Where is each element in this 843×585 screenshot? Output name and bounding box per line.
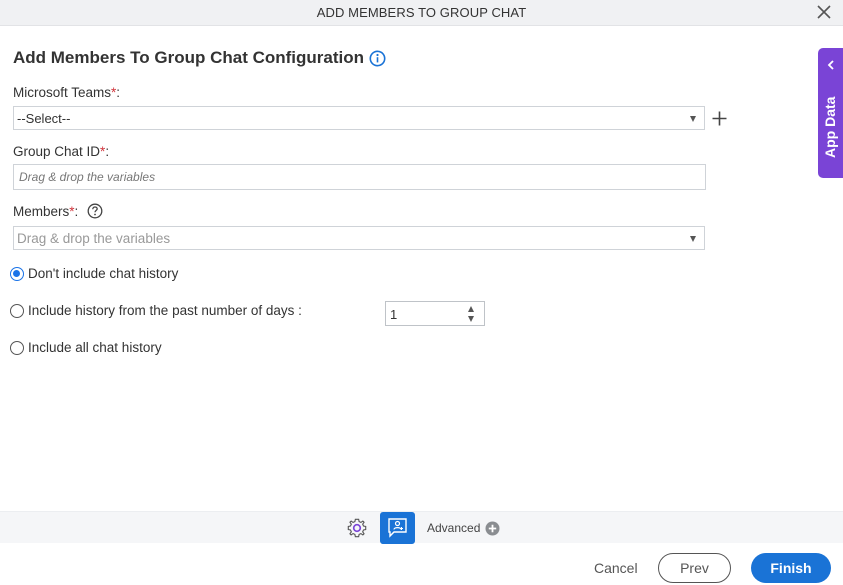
finish-button[interactable]: Finish bbox=[751, 553, 831, 583]
prev-button[interactable]: Prev bbox=[658, 553, 731, 583]
chat-add-member-icon bbox=[388, 518, 407, 538]
group-chat-id-input[interactable]: Drag & drop the variables bbox=[13, 164, 706, 190]
radio-button[interactable] bbox=[10, 340, 24, 355]
dialog-title: ADD MEMBERS TO GROUP CHAT bbox=[316, 5, 527, 20]
app-data-label: App Data bbox=[822, 96, 838, 158]
app-data-panel-tab[interactable]: App Data bbox=[818, 48, 843, 178]
group-chat-id-placeholder: Drag & drop the variables bbox=[19, 170, 156, 184]
add-connection-plus-icon[interactable] bbox=[711, 110, 728, 127]
members-label-text: Members bbox=[13, 204, 70, 219]
radio-label: Include all chat history bbox=[28, 340, 162, 355]
radio-button-checked[interactable] bbox=[10, 266, 24, 281]
group-chat-id-label: Group Chat ID*: bbox=[13, 144, 109, 159]
radio-dont-include-history[interactable]: Don't include chat history bbox=[10, 266, 178, 281]
chevron-left-icon bbox=[827, 60, 834, 70]
increment-arrow-icon[interactable] bbox=[468, 306, 474, 312]
radio-label: Include history from the past number of … bbox=[28, 303, 302, 318]
radio-include-past-days[interactable]: Include history from the past number of … bbox=[10, 303, 302, 318]
chevron-down-icon bbox=[690, 116, 696, 122]
label-colon: : bbox=[74, 204, 79, 219]
group-chat-id-label-text: Group Chat ID bbox=[13, 144, 101, 159]
cancel-button[interactable]: Cancel bbox=[594, 560, 638, 576]
members-placeholder: Drag & drop the variables bbox=[17, 231, 171, 246]
gear-icon[interactable] bbox=[346, 517, 368, 539]
label-colon: : bbox=[116, 85, 121, 100]
microsoft-teams-label: Microsoft Teams*: bbox=[13, 85, 120, 100]
chevron-down-icon bbox=[690, 236, 696, 242]
members-label: Members*: bbox=[13, 204, 78, 219]
radio-include-all-history[interactable]: Include all chat history bbox=[10, 340, 162, 355]
members-select[interactable]: Drag & drop the variables bbox=[13, 226, 705, 250]
microsoft-teams-selected-value: --Select-- bbox=[17, 111, 71, 126]
bottom-toolbar: Advanced bbox=[0, 511, 843, 544]
radio-label: Don't include chat history bbox=[28, 266, 179, 281]
dialog-titlebar: ADD MEMBERS TO GROUP CHAT bbox=[0, 0, 843, 26]
close-icon[interactable] bbox=[815, 3, 833, 21]
plus-circle-icon[interactable] bbox=[485, 521, 500, 536]
add-member-chat-button[interactable] bbox=[380, 512, 415, 544]
microsoft-teams-select[interactable]: --Select-- bbox=[13, 106, 705, 130]
decrement-arrow-icon[interactable] bbox=[468, 316, 474, 322]
question-circle-icon[interactable] bbox=[87, 203, 103, 219]
label-colon: : bbox=[105, 144, 110, 159]
page-title: Add Members To Group Chat Configuration bbox=[13, 48, 364, 67]
info-icon[interactable] bbox=[369, 50, 386, 67]
radio-button[interactable] bbox=[10, 303, 24, 318]
microsoft-teams-label-text: Microsoft Teams bbox=[13, 85, 112, 100]
days-number-input[interactable]: 1 bbox=[385, 301, 485, 326]
advanced-label[interactable]: Advanced bbox=[427, 521, 480, 535]
days-value: 1 bbox=[390, 307, 398, 322]
